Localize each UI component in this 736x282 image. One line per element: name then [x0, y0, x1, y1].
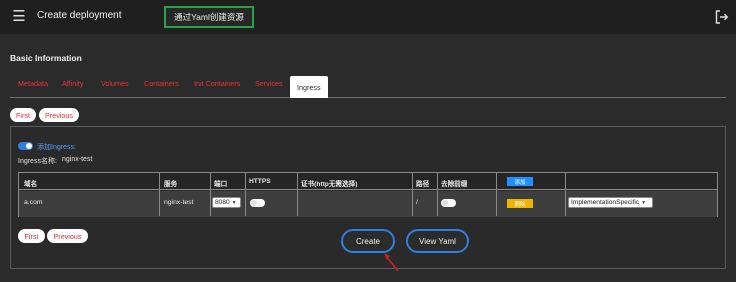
column-divider: [565, 173, 566, 216]
column-divider: [159, 173, 160, 216]
header-path: 路径: [416, 181, 430, 188]
column-divider: [437, 173, 438, 216]
tab-containers[interactable]: Containers: [144, 79, 179, 88]
tab-bar: Metadata Affinity Volumes Containers Ini…: [10, 76, 726, 98]
tab-volumes[interactable]: Volumes: [101, 79, 129, 88]
port-select[interactable]: 8080 ▼: [212, 197, 241, 208]
tab-services[interactable]: Services: [255, 79, 283, 88]
tab-affinity[interactable]: Affinity: [62, 79, 83, 88]
header-https: HTTPS: [249, 178, 271, 185]
path-type-select[interactable]: ImplementationSpecific ▼: [568, 197, 653, 208]
first-button-top[interactable]: First: [10, 108, 36, 122]
column-divider: [412, 173, 413, 216]
tab-init-containers[interactable]: Init Containers: [194, 79, 240, 88]
ingress-name-value: nginx-test: [62, 156, 93, 163]
strip-prefix-toggle[interactable]: [441, 199, 456, 207]
chevron-down-icon: ▼: [231, 199, 237, 206]
cell-domain: a.com: [24, 199, 43, 206]
header-service: 服务: [164, 181, 178, 188]
delete-rule-button[interactable]: 删除: [507, 199, 533, 208]
add-ingress-toggle[interactable]: [18, 142, 33, 150]
column-divider: [210, 173, 211, 216]
previous-button-top[interactable]: Previous: [39, 108, 79, 122]
header-domain: 域名: [24, 181, 38, 188]
cell-path: /: [416, 199, 418, 206]
header-port: 端口: [214, 181, 228, 188]
page-title: Create deployment: [37, 10, 122, 21]
create-from-yaml-button[interactable]: 通过Yaml创建资源: [164, 6, 254, 28]
view-yaml-button[interactable]: View Yaml: [406, 229, 469, 253]
port-select-value: 8080: [215, 199, 230, 206]
ingress-rules-table: 域名 服务 端口 HTTPS 证书(http无需选择) 路径 去除前缀 添加 a…: [18, 172, 718, 217]
chevron-down-icon: ▼: [641, 199, 647, 206]
previous-button-bottom[interactable]: Previous: [47, 229, 88, 243]
menu-icon[interactable]: ☰: [9, 7, 29, 27]
arrow-annotation-icon: [384, 253, 399, 272]
section-title: Basic Information: [10, 53, 82, 63]
tab-ingress[interactable]: Ingress: [290, 76, 328, 98]
add-rule-button[interactable]: 添加: [507, 177, 533, 186]
ingress-name-label: Ingress名称:: [18, 158, 57, 165]
table-header-row: [19, 173, 717, 190]
tab-metadata[interactable]: Metadata: [18, 79, 48, 88]
header-strip-prefix: 去除前缀: [441, 181, 468, 188]
header-cert: 证书(http无需选择): [301, 181, 358, 188]
first-button-bottom[interactable]: First: [18, 229, 45, 243]
column-divider: [496, 173, 497, 216]
https-toggle[interactable]: [250, 199, 265, 207]
column-divider: [297, 173, 298, 216]
column-divider: [245, 173, 246, 216]
path-type-value: ImplementationSpecific: [571, 199, 640, 206]
add-ingress-label: 添加Ingress:: [37, 144, 76, 151]
cell-service: nginx-test: [164, 199, 194, 206]
logout-icon[interactable]: [715, 10, 729, 24]
